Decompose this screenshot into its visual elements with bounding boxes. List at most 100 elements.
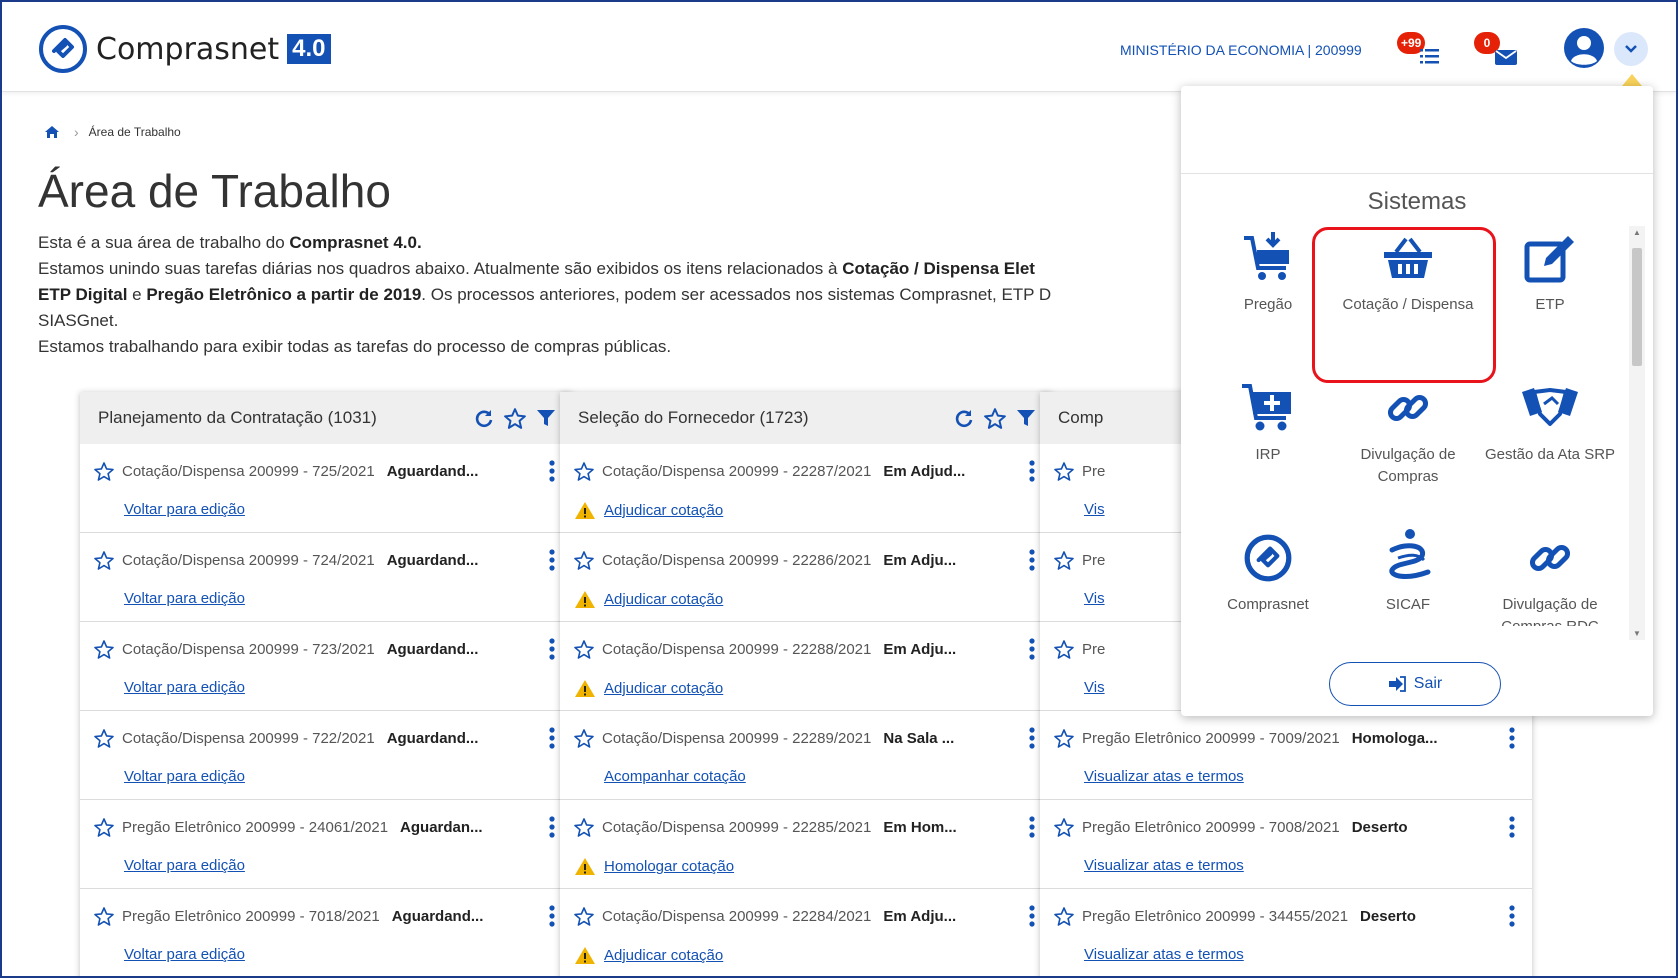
item-name[interactable]: Cotação/Dispensa 200999 - 22286/2021 bbox=[602, 552, 871, 569]
item-action-link[interactable]: Acompanhar cotação bbox=[604, 768, 746, 785]
star-icon[interactable] bbox=[1054, 550, 1074, 570]
scroll-up-icon[interactable]: ▲ bbox=[1633, 228, 1641, 237]
breadcrumb-current: Área de Trabalho bbox=[88, 125, 181, 139]
star-icon[interactable] bbox=[1054, 639, 1074, 659]
item-name[interactable]: Cotação/Dispensa 200999 - 724/2021 bbox=[122, 552, 375, 569]
star-icon[interactable] bbox=[94, 550, 114, 570]
user-menu-toggle[interactable] bbox=[1614, 32, 1648, 66]
ministry-label[interactable]: MINISTÉRIO DA ECONOMIA | 200999 bbox=[1120, 42, 1362, 58]
more-options-icon[interactable] bbox=[1028, 460, 1036, 482]
item-name[interactable]: Pregão Eletrônico 200999 - 7018/2021 bbox=[122, 908, 380, 925]
star-icon[interactable] bbox=[1054, 817, 1074, 837]
system-tile[interactable]: ETP bbox=[1475, 226, 1625, 316]
scroll-down-icon[interactable]: ▼ bbox=[1633, 629, 1641, 638]
item-action-link[interactable]: Vis bbox=[1084, 501, 1105, 518]
star-icon[interactable] bbox=[94, 461, 114, 481]
star-icon[interactable] bbox=[574, 906, 594, 926]
item-name[interactable]: Cotação/Dispensa 200999 - 22287/2021 bbox=[602, 463, 871, 480]
item-action-link[interactable]: Voltar para edição bbox=[124, 501, 245, 518]
item-action-link[interactable]: Voltar para edição bbox=[124, 768, 245, 785]
item-name[interactable]: Pregão Eletrônico 200999 - 7008/2021 bbox=[1082, 819, 1340, 836]
messages-button[interactable]: 0 bbox=[1474, 32, 1518, 66]
star-icon[interactable] bbox=[574, 639, 594, 659]
item-name[interactable]: Pregão Eletrônico 200999 - 24061/2021 bbox=[122, 819, 388, 836]
logout-button[interactable]: Sair bbox=[1329, 662, 1501, 706]
more-options-icon[interactable] bbox=[548, 816, 556, 838]
star-icon[interactable] bbox=[1054, 461, 1074, 481]
star-icon[interactable] bbox=[94, 906, 114, 926]
item-action-link[interactable]: Voltar para edição bbox=[124, 679, 245, 696]
system-tile[interactable]: IRP bbox=[1193, 376, 1343, 466]
system-tile[interactable]: Comprasnet bbox=[1193, 526, 1343, 616]
item-action-link[interactable]: Vis bbox=[1084, 679, 1105, 696]
item-action-link[interactable]: Visualizar atas e termos bbox=[1084, 857, 1244, 874]
more-options-icon[interactable] bbox=[1028, 905, 1036, 927]
notifications-button[interactable]: +99 bbox=[1397, 32, 1441, 66]
item-action-link[interactable]: Adjudicar cotação bbox=[604, 502, 723, 519]
system-tile-label: Divulgação de Compras RDC bbox=[1501, 596, 1599, 626]
item-name[interactable]: Cotação/Dispensa 200999 - 22284/2021 bbox=[602, 908, 871, 925]
item-action-link[interactable]: Visualizar atas e termos bbox=[1084, 946, 1244, 963]
item-action-link[interactable]: Vis bbox=[1084, 590, 1105, 607]
star-icon[interactable] bbox=[574, 817, 594, 837]
item-action-link[interactable]: Homologar cotação bbox=[604, 858, 734, 875]
star-icon[interactable] bbox=[1054, 906, 1074, 926]
system-tile[interactable]: Gestão da Ata SRP bbox=[1475, 376, 1625, 466]
filter-icon[interactable] bbox=[536, 408, 556, 428]
system-tile[interactable]: SICAF bbox=[1333, 526, 1483, 616]
systems-heading: Sistemas bbox=[1367, 188, 1467, 215]
more-options-icon[interactable] bbox=[1508, 816, 1516, 838]
intro-line-1: Esta é a sua área de trabalho do bbox=[38, 233, 290, 252]
star-icon[interactable] bbox=[504, 407, 526, 429]
star-icon[interactable] bbox=[1054, 728, 1074, 748]
star-icon[interactable] bbox=[574, 728, 594, 748]
star-icon[interactable] bbox=[574, 461, 594, 481]
star-icon[interactable] bbox=[984, 407, 1006, 429]
intro-brand: Comprasnet 4.0. bbox=[289, 233, 422, 252]
more-options-icon[interactable] bbox=[548, 549, 556, 571]
item-action-link[interactable]: Visualizar atas e termos bbox=[1084, 768, 1244, 785]
refresh-icon[interactable] bbox=[474, 408, 494, 428]
user-avatar-icon[interactable] bbox=[1562, 26, 1606, 70]
item-name[interactable]: Pre bbox=[1082, 463, 1105, 480]
dropdown-scrollbar[interactable]: ▲ ▼ bbox=[1629, 226, 1645, 640]
star-icon[interactable] bbox=[94, 817, 114, 837]
refresh-icon[interactable] bbox=[954, 408, 974, 428]
item-action-link[interactable]: Adjudicar cotação bbox=[604, 680, 723, 697]
item-name[interactable]: Cotação/Dispensa 200999 - 725/2021 bbox=[122, 463, 375, 480]
filter-icon[interactable] bbox=[1016, 408, 1036, 428]
item-name[interactable]: Pre bbox=[1082, 552, 1105, 569]
item-action-link[interactable]: Adjudicar cotação bbox=[604, 947, 723, 964]
intro-bold-cotacao: Cotação / Dispensa Elet bbox=[842, 259, 1035, 278]
system-tile[interactable]: Divulgação de Compras RDC bbox=[1475, 526, 1625, 626]
star-icon[interactable] bbox=[574, 550, 594, 570]
more-options-icon[interactable] bbox=[548, 905, 556, 927]
item-name[interactable]: Pregão Eletrônico 200999 - 34455/2021 bbox=[1082, 908, 1348, 925]
scrollbar-thumb[interactable] bbox=[1632, 248, 1642, 366]
item-name[interactable]: Cotação/Dispensa 200999 - 22289/2021 bbox=[602, 730, 871, 747]
system-tile[interactable]: Divulgação de Compras bbox=[1333, 376, 1483, 488]
item-action-link[interactable]: Voltar para edição bbox=[124, 590, 245, 607]
item-action-link[interactable]: Voltar para edição bbox=[124, 946, 245, 963]
more-options-icon[interactable] bbox=[548, 638, 556, 660]
more-options-icon[interactable] bbox=[1028, 727, 1036, 749]
more-options-icon[interactable] bbox=[548, 727, 556, 749]
item-name[interactable]: Pregão Eletrônico 200999 - 7009/2021 bbox=[1082, 730, 1340, 747]
item-action-link[interactable]: Voltar para edição bbox=[124, 857, 245, 874]
more-options-icon[interactable] bbox=[1508, 905, 1516, 927]
star-icon[interactable] bbox=[94, 639, 114, 659]
more-options-icon[interactable] bbox=[1028, 549, 1036, 571]
item-name[interactable]: Cotação/Dispensa 200999 - 22288/2021 bbox=[602, 641, 871, 658]
more-options-icon[interactable] bbox=[1028, 816, 1036, 838]
more-options-icon[interactable] bbox=[1028, 638, 1036, 660]
logo[interactable]: Comprasnet 4.0 bbox=[38, 24, 331, 74]
item-name[interactable]: Cotação/Dispensa 200999 - 722/2021 bbox=[122, 730, 375, 747]
item-name[interactable]: Pre bbox=[1082, 641, 1105, 658]
home-icon[interactable] bbox=[44, 125, 60, 139]
item-name[interactable]: Cotação/Dispensa 200999 - 22285/2021 bbox=[602, 819, 871, 836]
star-icon[interactable] bbox=[94, 728, 114, 748]
item-action-link[interactable]: Adjudicar cotação bbox=[604, 591, 723, 608]
item-name[interactable]: Cotação/Dispensa 200999 - 723/2021 bbox=[122, 641, 375, 658]
more-options-icon[interactable] bbox=[548, 460, 556, 482]
more-options-icon[interactable] bbox=[1508, 727, 1516, 749]
